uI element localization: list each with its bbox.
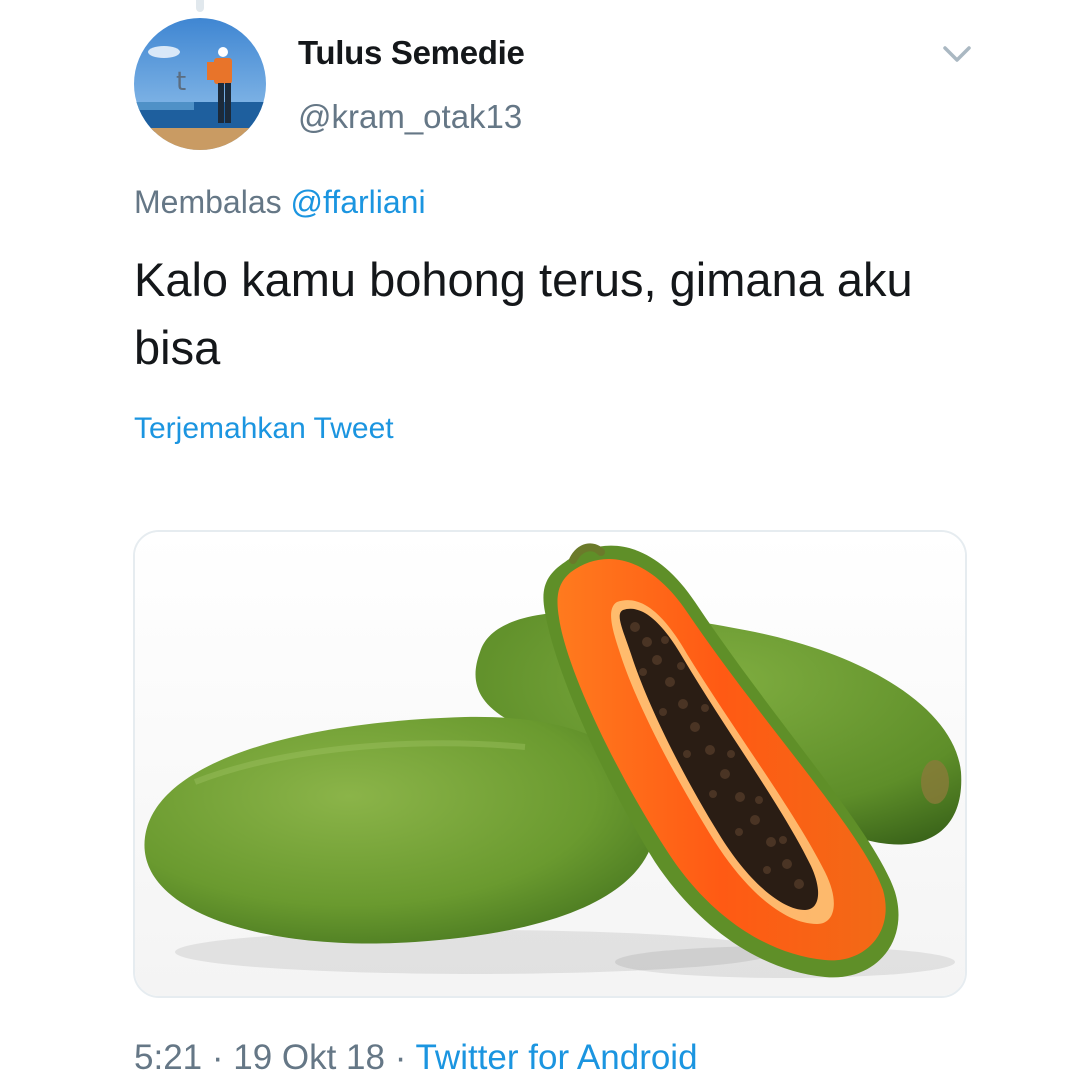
tweet-metadata: 5:21 · 19 Okt 18 · Twitter for Android xyxy=(134,1038,698,1078)
tweet-time: 5:21 xyxy=(134,1038,203,1077)
tweet-media-image[interactable] xyxy=(133,530,967,998)
author-display-name[interactable]: Tulus Semedie xyxy=(298,34,525,72)
tweet-text: Kalo kamu bohong terus, gimana aku bisa xyxy=(134,253,913,374)
meta-separator: · xyxy=(385,1038,416,1077)
tweet-date: 19 Okt 18 xyxy=(233,1038,385,1077)
avatar[interactable]: t xyxy=(134,18,266,150)
user-avatar-photo-icon: t xyxy=(134,18,266,150)
reply-mention-link[interactable]: @ffarliani xyxy=(291,184,426,220)
author-handle[interactable]: @kram_otak13 xyxy=(298,98,522,136)
thread-connector-line xyxy=(196,0,204,12)
tweet-source-link[interactable]: Twitter for Android xyxy=(415,1038,697,1077)
papaya-photo-icon xyxy=(135,532,965,996)
chevron-down-icon[interactable] xyxy=(940,42,974,66)
translate-tweet-link[interactable]: Terjemahkan Tweet xyxy=(134,412,394,446)
reply-prefix: Membalas xyxy=(134,184,282,220)
meta-separator: · xyxy=(202,1038,234,1077)
reply-context: Membalas @ffarliani xyxy=(134,184,426,221)
svg-text:t: t xyxy=(176,67,186,97)
